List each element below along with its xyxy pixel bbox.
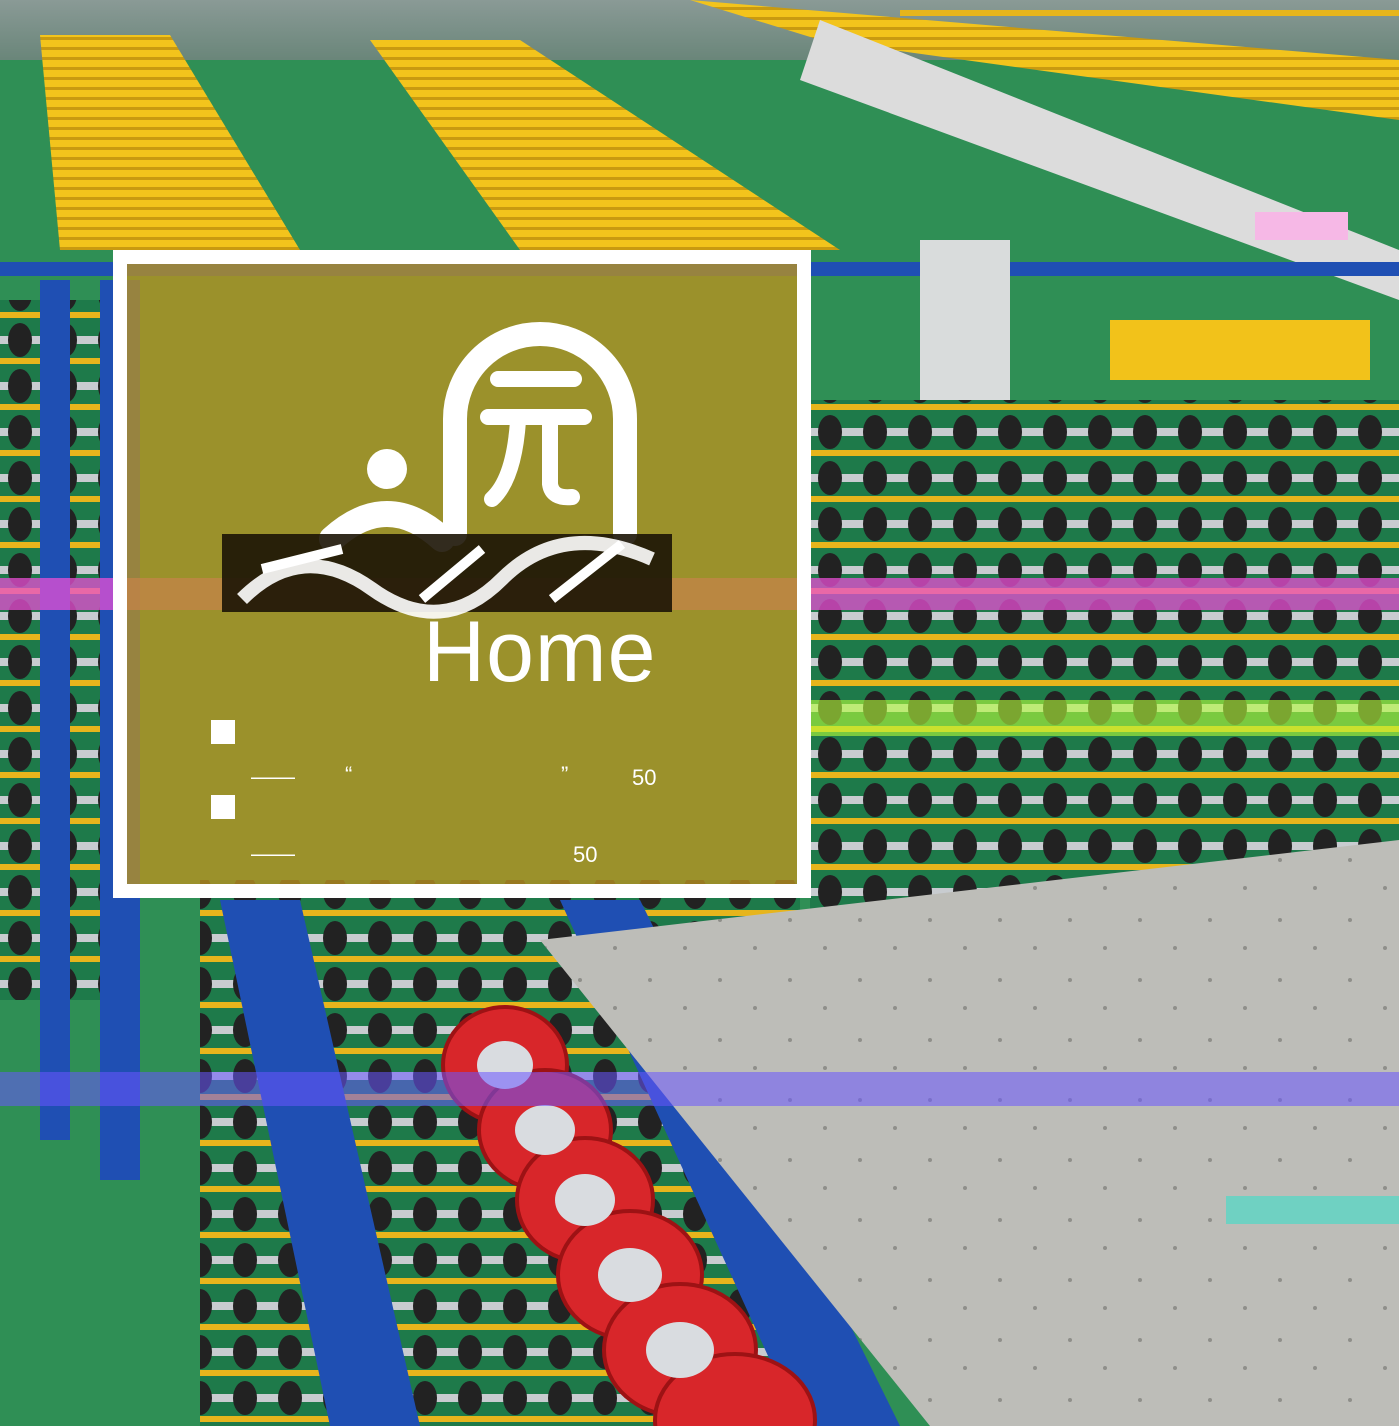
list-item-open-quote: “	[345, 762, 353, 787]
list-bullet	[211, 795, 235, 819]
list-item-value: 50	[632, 765, 657, 790]
hero-overlay-panel: Home —— “ ” 50 —— 50	[113, 250, 811, 898]
list-item-dash: ——	[251, 841, 295, 866]
list-item-value: 50	[573, 842, 598, 867]
list-bullet	[211, 720, 235, 744]
list-item-dash: ——	[251, 764, 295, 789]
list-item-close-quote: ”	[561, 762, 569, 787]
brand-logo	[222, 322, 672, 619]
page-title: Home	[423, 604, 657, 700]
